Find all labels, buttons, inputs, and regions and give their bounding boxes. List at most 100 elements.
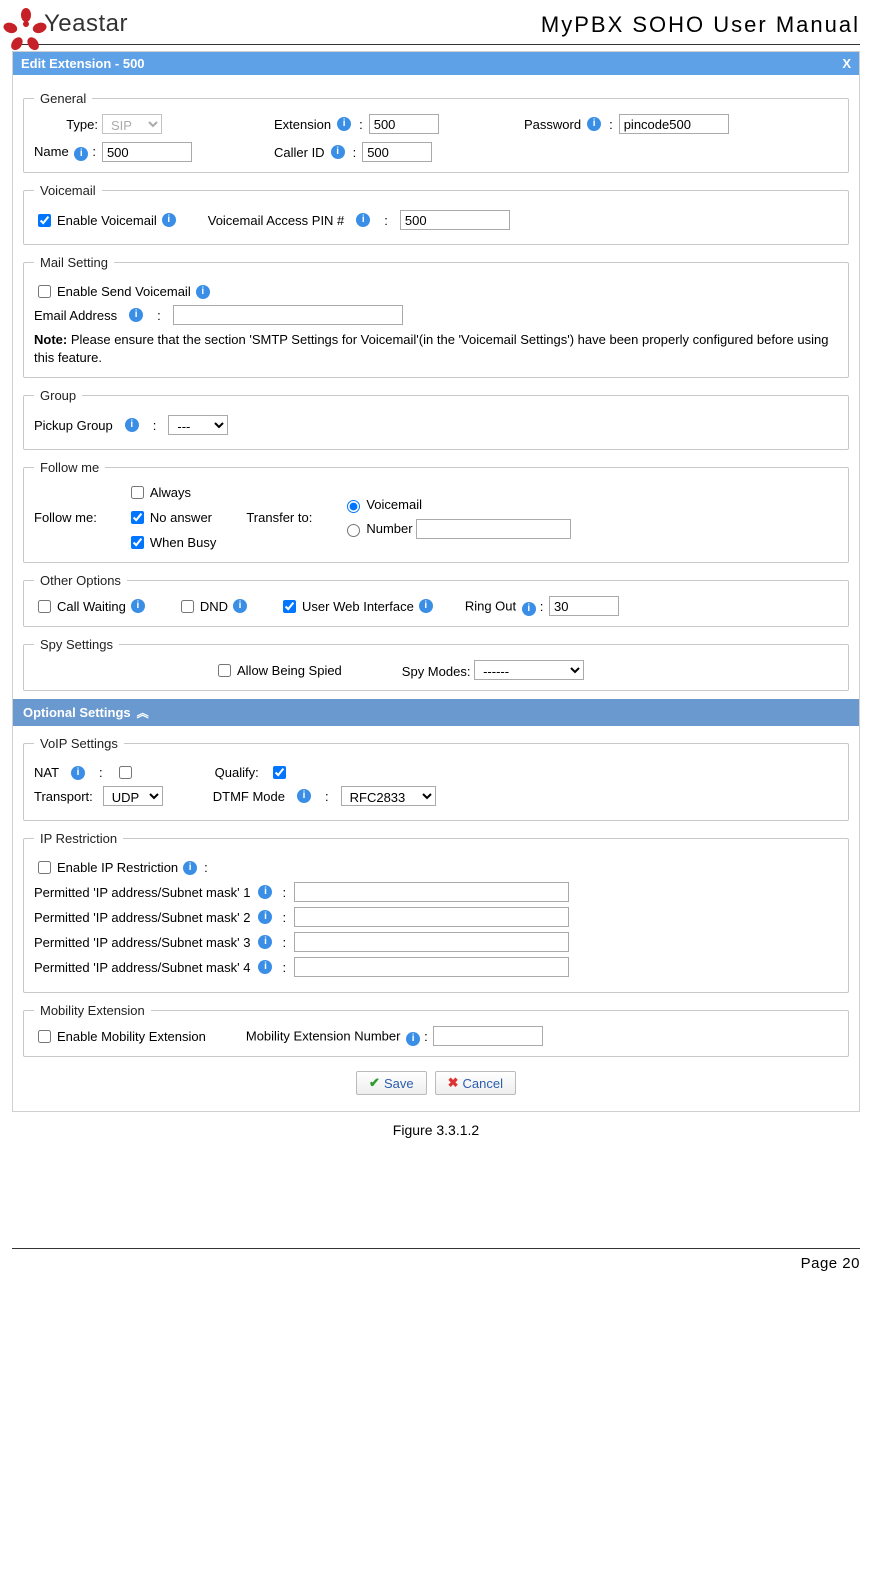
check-icon: ✔: [369, 1075, 380, 1091]
enable-mobility-checkbox[interactable]: [38, 1030, 51, 1043]
voicemail-pin-label: Voicemail Access PIN #: [208, 213, 345, 228]
info-icon[interactable]: i: [356, 213, 370, 227]
info-icon[interactable]: i: [258, 910, 272, 924]
transfer-number-field[interactable]: [416, 519, 571, 539]
info-icon[interactable]: i: [406, 1032, 420, 1046]
optional-settings-title: Optional Settings: [23, 705, 131, 720]
cancel-button-label: Cancel: [462, 1076, 502, 1091]
password-label: Password: [524, 117, 581, 132]
callerid-field[interactable]: [362, 142, 432, 162]
mobility-extension-fieldset: Mobility Extension Enable Mobility Exten…: [23, 1003, 849, 1057]
allow-being-spied-checkbox[interactable]: [218, 664, 231, 677]
spy-settings-fieldset: Spy Settings Allow Being Spied Spy Modes…: [23, 637, 849, 691]
info-icon[interactable]: i: [162, 213, 176, 227]
email-address-field[interactable]: [173, 305, 403, 325]
enable-send-voicemail-checkbox[interactable]: [38, 285, 51, 298]
pickup-group-label: Pickup Group: [34, 418, 113, 433]
group-fieldset: Group Pickup Group i: ---: [23, 388, 849, 450]
followme-noanswer-checkbox[interactable]: [131, 511, 144, 524]
qualify-checkbox[interactable]: [273, 766, 286, 779]
permitted-ip-3-field[interactable]: [294, 932, 569, 952]
info-icon[interactable]: i: [419, 599, 433, 613]
permitted-ip-1-field[interactable]: [294, 882, 569, 902]
nat-checkbox[interactable]: [119, 766, 132, 779]
enable-voicemail-label: Enable Voicemail: [57, 213, 157, 228]
transfer-number-radio[interactable]: [347, 524, 360, 537]
nat-label: NAT: [34, 765, 59, 780]
save-button[interactable]: ✔ Save: [356, 1071, 427, 1095]
spy-modes-select[interactable]: ------: [474, 660, 584, 680]
dtmf-mode-label: DTMF Mode: [213, 789, 285, 804]
follow-me-label: Follow me:: [34, 510, 97, 525]
chevron-up-icon: ︽: [137, 704, 149, 721]
qualify-label: Qualify:: [215, 765, 259, 780]
ring-out-label: Ring Out: [465, 599, 516, 614]
dnd-label: DND: [200, 599, 228, 614]
info-icon[interactable]: i: [522, 602, 536, 616]
call-waiting-checkbox[interactable]: [38, 600, 51, 613]
enable-ip-restriction-checkbox[interactable]: [38, 861, 51, 874]
info-icon[interactable]: i: [297, 789, 311, 803]
follow-me-fieldset: Follow me Follow me: Always No answer Wh…: [23, 460, 849, 563]
info-icon[interactable]: i: [331, 145, 345, 159]
enable-voicemail-checkbox[interactable]: [38, 214, 51, 227]
info-icon[interactable]: i: [71, 766, 85, 780]
info-icon[interactable]: i: [258, 935, 272, 949]
extension-field[interactable]: [369, 114, 439, 134]
info-icon[interactable]: i: [74, 147, 88, 161]
voicemail-pin-field[interactable]: [400, 210, 510, 230]
info-icon[interactable]: i: [337, 117, 351, 131]
info-icon[interactable]: i: [196, 285, 210, 299]
password-field[interactable]: [619, 114, 729, 134]
cancel-button[interactable]: ✖ Cancel: [435, 1071, 516, 1095]
voicemail-legend: Voicemail: [34, 183, 102, 198]
followme-always-checkbox[interactable]: [131, 486, 144, 499]
info-icon[interactable]: i: [258, 960, 272, 974]
mail-note: Note: Please ensure that the section 'SM…: [34, 331, 838, 367]
info-icon[interactable]: i: [131, 599, 145, 613]
email-address-label: Email Address: [34, 308, 117, 323]
other-options-fieldset: Other Options Call Waitingi DNDi User We…: [23, 573, 849, 627]
info-icon[interactable]: i: [125, 418, 139, 432]
voicemail-fieldset: Voicemail Enable Voicemail i Voicemail A…: [23, 183, 849, 245]
info-icon[interactable]: i: [233, 599, 247, 613]
transfer-voicemail-radio[interactable]: [347, 500, 360, 513]
close-icon[interactable]: X: [842, 56, 851, 71]
call-waiting-label: Call Waiting: [57, 599, 126, 614]
info-icon[interactable]: i: [129, 308, 143, 322]
dnd-checkbox[interactable]: [181, 600, 194, 613]
type-label: Type:: [34, 117, 98, 132]
dtmf-mode-select[interactable]: RFC2833: [341, 786, 436, 806]
ring-out-field[interactable]: [549, 596, 619, 616]
permitted-ip-2-field[interactable]: [294, 907, 569, 927]
ip-restriction-legend: IP Restriction: [34, 831, 123, 846]
permitted-ip-4-field[interactable]: [294, 957, 569, 977]
logo-flower-icon: [12, 10, 40, 38]
name-field[interactable]: [102, 142, 192, 162]
logo-text: Yeastar: [44, 10, 128, 38]
permitted-ip-2-label: Permitted 'IP address/Subnet mask' 2: [34, 910, 250, 925]
info-icon[interactable]: i: [258, 885, 272, 899]
user-web-interface-checkbox[interactable]: [283, 600, 296, 613]
pickup-group-select[interactable]: ---: [168, 415, 228, 435]
page-number: Page 20: [801, 1255, 860, 1272]
permitted-ip-4-label: Permitted 'IP address/Subnet mask' 4: [34, 960, 250, 975]
transfer-number-label: Number: [366, 521, 412, 536]
allow-being-spied-label: Allow Being Spied: [237, 663, 342, 678]
other-options-legend: Other Options: [34, 573, 127, 588]
document-header: Yeastar MyPBX SOHO User Manual: [12, 10, 860, 45]
optional-settings-header[interactable]: Optional Settings ︽: [13, 699, 859, 726]
info-icon[interactable]: i: [183, 861, 197, 875]
callerid-label: Caller ID: [274, 145, 325, 160]
followme-whenbusy-checkbox[interactable]: [131, 536, 144, 549]
dialog-titlebar: Edit Extension - 500 X: [13, 52, 859, 75]
transfer-voicemail-label: Voicemail: [366, 497, 422, 512]
enable-mobility-label: Enable Mobility Extension: [57, 1029, 206, 1044]
general-legend: General: [34, 91, 92, 106]
general-fieldset: General Type: SIP Extension i: Pass: [23, 91, 849, 173]
info-icon[interactable]: i: [587, 117, 601, 131]
transport-select[interactable]: UDP: [103, 786, 163, 806]
figure-caption: Figure 3.3.1.2: [12, 1122, 860, 1138]
mobility-number-field[interactable]: [433, 1026, 543, 1046]
type-select[interactable]: SIP: [102, 114, 162, 134]
